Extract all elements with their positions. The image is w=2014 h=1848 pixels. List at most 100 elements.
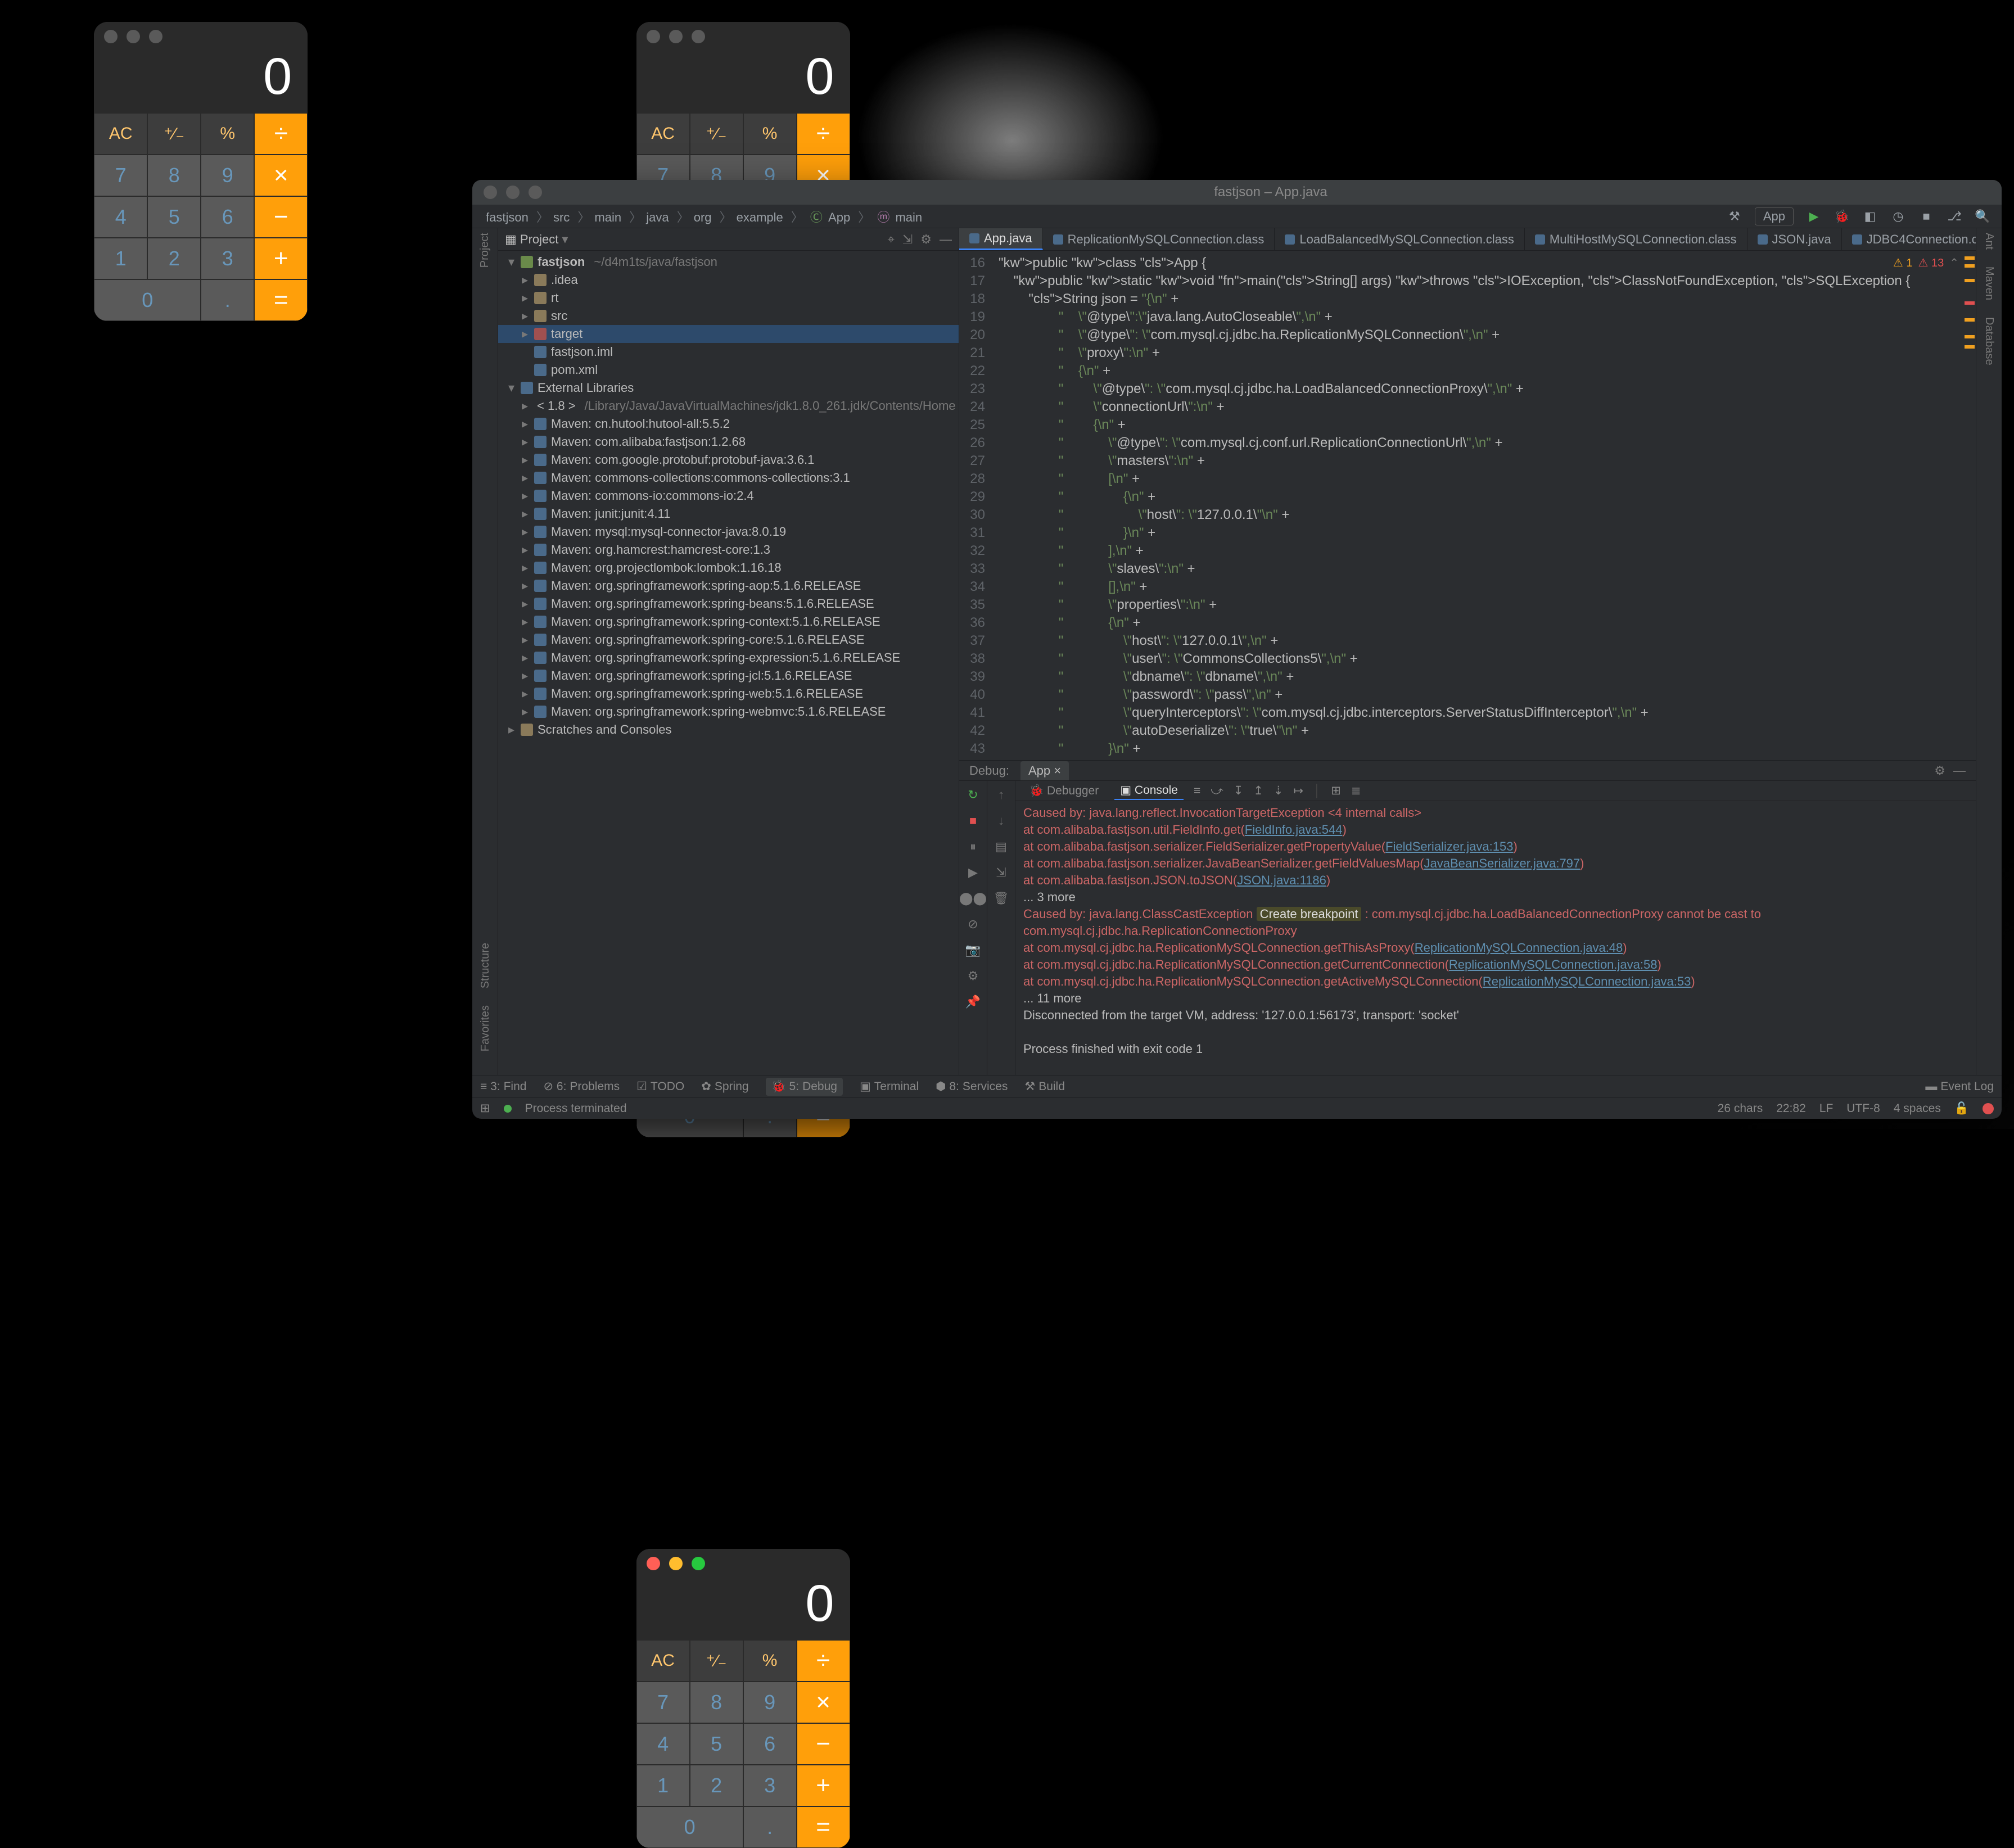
calc-key-8[interactable]: 8 bbox=[690, 1682, 743, 1723]
calculator-window[interactable]: 0 AC⁺∕₋%÷789×456−123+0.= bbox=[636, 1549, 850, 1848]
status-encoding[interactable]: UTF-8 bbox=[1846, 1102, 1880, 1115]
calc-key-pct[interactable]: % bbox=[201, 113, 254, 155]
fatal-error-icon[interactable] bbox=[1983, 1103, 1994, 1114]
rerun-icon[interactable]: ↻ bbox=[965, 787, 982, 803]
tree-lib[interactable]: ▸Maven: org.springframework:spring-expre… bbox=[498, 649, 959, 667]
tree-lib[interactable]: ▸Maven: com.google.protobuf:protobuf-jav… bbox=[498, 451, 959, 469]
mute-breakpoints-icon[interactable]: ⊘ bbox=[965, 916, 982, 933]
stack-link[interactable]: ReplicationMySQLConnection.java:53 bbox=[1483, 974, 1691, 988]
breadcrumb-item[interactable]: Ⓒ App bbox=[808, 210, 850, 224]
pause-icon[interactable]: ⏸ bbox=[965, 838, 982, 855]
select-opened-file-icon[interactable]: ⌖ bbox=[887, 232, 894, 247]
event-log-button[interactable]: ▬ Event Log bbox=[1925, 1080, 1994, 1094]
minimize-icon[interactable] bbox=[127, 30, 140, 43]
calc-key-7[interactable]: 7 bbox=[636, 1682, 690, 1723]
calc-key-6[interactable]: 6 bbox=[201, 196, 254, 238]
debug-hide-icon[interactable]: — bbox=[1953, 763, 1966, 778]
calc-key-5[interactable]: 5 bbox=[147, 196, 201, 238]
tree-lib[interactable]: ▸Maven: org.springframework:spring-jcl:5… bbox=[498, 667, 959, 685]
project-pane-header[interactable]: ▦ Project▾ ⌖ ⇲ ⚙ — bbox=[498, 228, 959, 251]
tree-item[interactable]: fastjson.iml bbox=[498, 343, 959, 361]
calc-key-2[interactable]: 2 bbox=[690, 1765, 743, 1806]
calc-key-3[interactable]: 3 bbox=[201, 238, 254, 279]
breadcrumb-item[interactable]: fastjson bbox=[486, 210, 529, 224]
debug-options-icon[interactable]: ⚙ bbox=[965, 968, 982, 984]
ide-titlebar[interactable]: fastjson – App.java bbox=[472, 180, 2002, 205]
step-out-icon[interactable]: ↥ bbox=[1253, 784, 1263, 798]
run-config-select[interactable]: App bbox=[1755, 207, 1794, 225]
zoom-icon[interactable] bbox=[529, 186, 542, 199]
tree-lib[interactable]: ▸Maven: org.springframework:spring-conte… bbox=[498, 613, 959, 631]
calc-key-7[interactable]: 7 bbox=[94, 155, 147, 196]
calc-key-sub[interactable]: − bbox=[797, 1723, 850, 1765]
debug-config-tab[interactable]: App × bbox=[1020, 761, 1069, 780]
calc-key-pct[interactable]: % bbox=[743, 1640, 797, 1682]
tree-item[interactable]: ▸.idea bbox=[498, 271, 959, 289]
project-tree[interactable]: ▾fastjson~/d4m1ts/java/fastjson▸.idea▸rt… bbox=[498, 251, 959, 1075]
terminal-tool-button[interactable]: ▣ Terminal bbox=[860, 1079, 919, 1094]
breadcrumb-item[interactable]: java bbox=[646, 210, 669, 224]
calc-key-eq[interactable]: = bbox=[254, 279, 308, 321]
force-step-into-icon[interactable]: ⇣ bbox=[1274, 784, 1284, 798]
calc-key-div[interactable]: ÷ bbox=[254, 113, 308, 155]
todo-tool-button[interactable]: ☑ TODO bbox=[636, 1079, 684, 1094]
calc-key-ac[interactable]: AC bbox=[94, 113, 147, 155]
close-icon[interactable] bbox=[104, 30, 118, 43]
calc-key-4[interactable]: 4 bbox=[94, 196, 147, 238]
close-icon[interactable] bbox=[647, 1557, 660, 1570]
calc-key-eq[interactable]: = bbox=[797, 1806, 850, 1848]
calc-key-pm[interactable]: ⁺∕₋ bbox=[147, 113, 201, 155]
calculator-window[interactable]: 0 AC⁺∕₋%÷789×456−123+0.= bbox=[94, 22, 308, 321]
editor-tab[interactable]: App.java bbox=[959, 228, 1043, 250]
run-to-cursor-icon[interactable]: ↦ bbox=[1294, 784, 1304, 798]
calc-key-div[interactable]: ÷ bbox=[797, 113, 850, 155]
tree-lib[interactable]: ▸Maven: org.projectlombok:lombok:1.16.18 bbox=[498, 559, 959, 577]
trace-icon[interactable]: ≣ bbox=[1351, 784, 1361, 798]
view-breakpoints-icon[interactable]: ⬤⬤ bbox=[965, 890, 982, 907]
editor-tab[interactable]: MultiHostMySQLConnection.class bbox=[1525, 228, 1747, 250]
breadcrumb-item[interactable]: src bbox=[553, 210, 570, 224]
tree-lib[interactable]: ▸Maven: org.springframework:spring-aop:5… bbox=[498, 577, 959, 595]
debug-icon[interactable]: 🐞 bbox=[1834, 209, 1850, 224]
calc-key-dot[interactable]: . bbox=[743, 1806, 797, 1848]
close-icon[interactable] bbox=[484, 186, 497, 199]
minimize-icon[interactable] bbox=[669, 30, 683, 43]
minimize-icon[interactable] bbox=[669, 1557, 683, 1570]
evaluate-icon[interactable]: ⊞ bbox=[1331, 784, 1341, 798]
hide-pane-icon[interactable]: — bbox=[940, 232, 952, 247]
calc-key-pm[interactable]: ⁺∕₋ bbox=[690, 1640, 743, 1682]
status-line-sep[interactable]: LF bbox=[1819, 1102, 1834, 1115]
stack-link[interactable]: JSON.java:1186 bbox=[1237, 873, 1326, 887]
editor-tab[interactable]: LoadBalancedMySQLConnection.class bbox=[1275, 228, 1525, 250]
stack-link[interactable]: JavaBeanSerializer.java:797 bbox=[1424, 856, 1581, 870]
code-editor[interactable]: ⚠ 1 ⚠ 13 ⌃ 16 17 18 19 20 21 22 23 24 25… bbox=[959, 251, 1976, 760]
build-tool-button[interactable]: ⚒ Build bbox=[1024, 1079, 1065, 1094]
code-area[interactable]: "kw">public "kw">class "cls">App { "kw">… bbox=[991, 251, 1976, 760]
breadcrumb-item[interactable]: main bbox=[594, 210, 621, 224]
tree-scratches[interactable]: ▸Scratches and Consoles bbox=[498, 721, 959, 739]
tree-root[interactable]: ▾fastjson~/d4m1ts/java/fastjson bbox=[498, 253, 959, 271]
resume-icon[interactable]: ▶ bbox=[965, 864, 982, 881]
zoom-icon[interactable] bbox=[149, 30, 162, 43]
spring-tool-button[interactable]: ✿ Spring bbox=[701, 1079, 748, 1094]
step-into-icon[interactable]: ↧ bbox=[1234, 784, 1244, 798]
database-tool-button[interactable]: Database bbox=[1983, 317, 1995, 365]
calc-key-4[interactable]: 4 bbox=[636, 1723, 690, 1765]
trash-icon[interactable]: 🗑 bbox=[993, 890, 1010, 907]
calc-key-pm[interactable]: ⁺∕₋ bbox=[690, 113, 743, 155]
services-tool-button[interactable]: ⬢ 8: Services bbox=[936, 1079, 1008, 1094]
calc-key-0[interactable]: 0 bbox=[636, 1806, 743, 1848]
breadcrumb-item[interactable]: org bbox=[694, 210, 712, 224]
calc-key-1[interactable]: 1 bbox=[94, 238, 147, 279]
search-icon[interactable]: 🔍 bbox=[1975, 209, 1990, 224]
breadcrumb-item[interactable]: ⓜ main bbox=[875, 210, 922, 224]
git-icon[interactable]: ⎇ bbox=[1947, 209, 1962, 224]
status-caret-pos[interactable]: 22:82 bbox=[1776, 1102, 1806, 1115]
problems-tool-button[interactable]: ⊘ 6: Problems bbox=[543, 1079, 620, 1094]
tree-lib[interactable]: ▸Maven: junit:junit:4.11 bbox=[498, 505, 959, 523]
calc-key-5[interactable]: 5 bbox=[690, 1723, 743, 1765]
wrap-icon[interactable]: ≡ bbox=[1194, 784, 1200, 798]
tree-item[interactable]: ▸rt bbox=[498, 289, 959, 307]
calc-key-ac[interactable]: AC bbox=[636, 1640, 690, 1682]
inspection-summary[interactable]: ⚠ 1 ⚠ 13 ⌃ bbox=[1893, 254, 1959, 272]
